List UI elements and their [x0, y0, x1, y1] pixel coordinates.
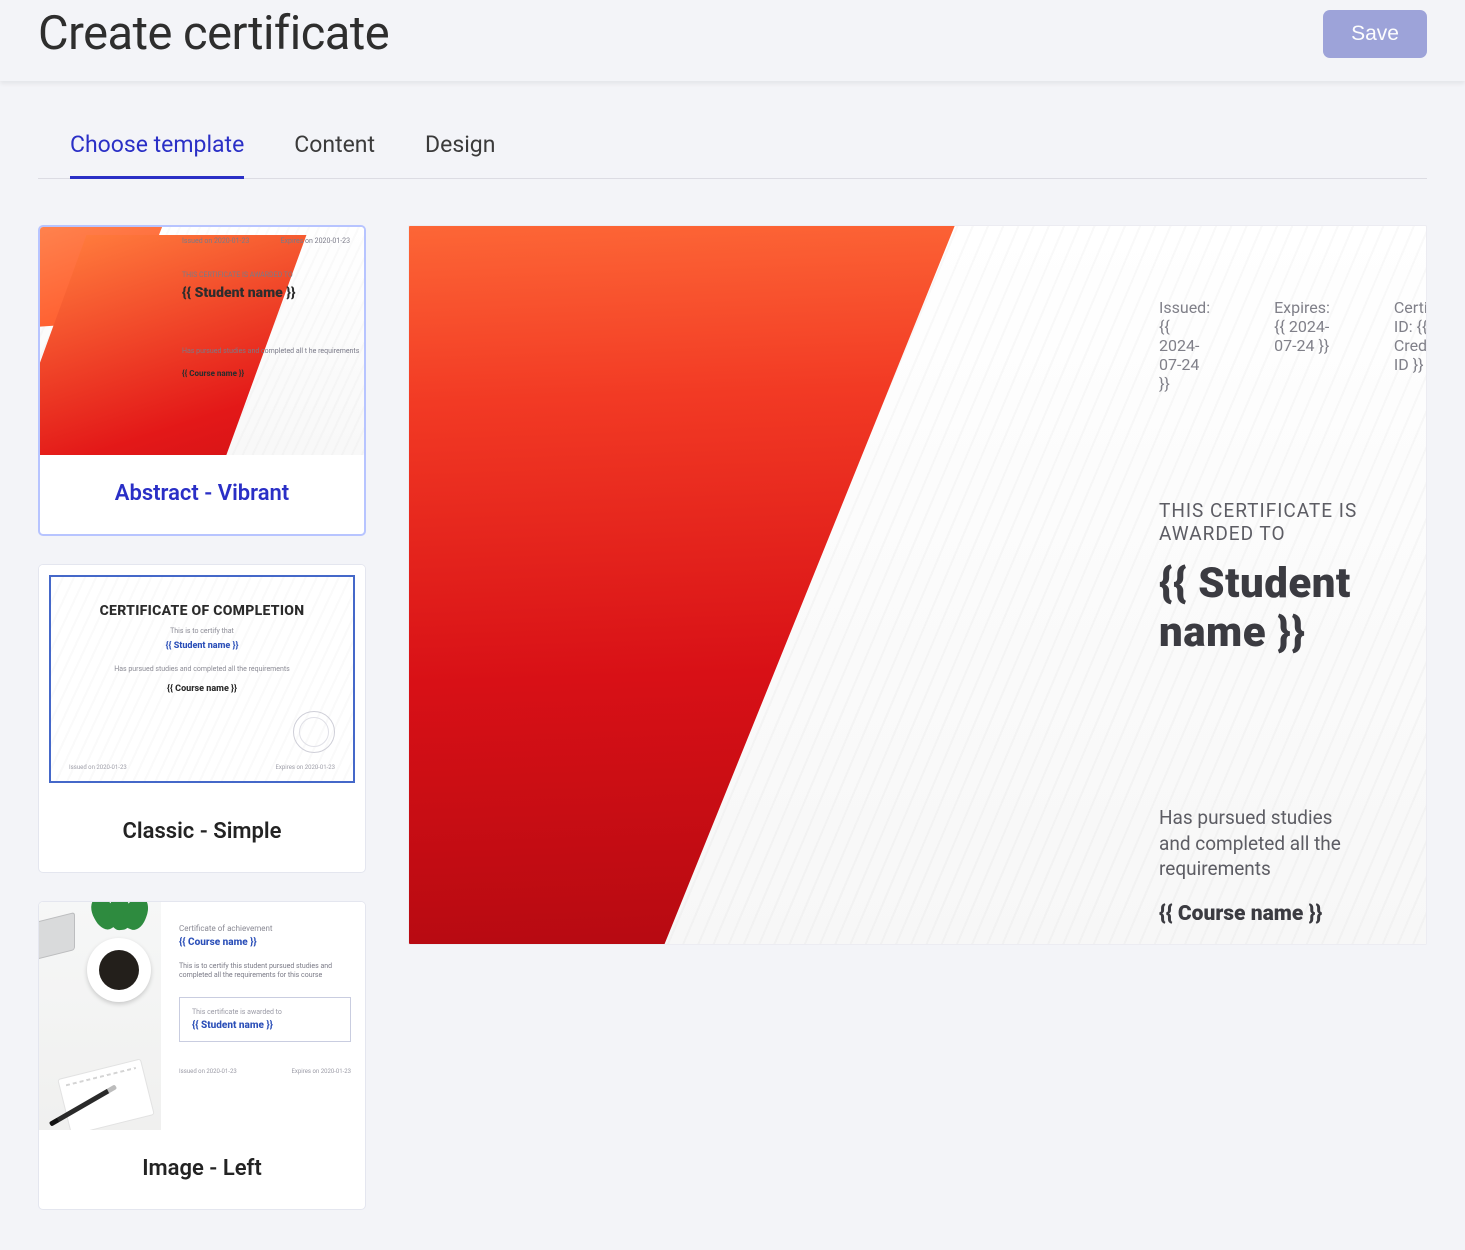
laptop-icon [39, 912, 75, 966]
thumb-course: {{ Course name }} [182, 369, 244, 378]
thumb-issued: Issued on 2020-01-23 [179, 1068, 237, 1075]
template-list: Issued on 2020-01-23 Expires on 2020-01-… [38, 225, 366, 1210]
thumb-expires: Expires on 2020-01-23 [292, 1068, 351, 1075]
thumb-body: Has pursued studies and completed all th… [51, 665, 353, 674]
thumb-body: Has pursued studies and completed all t … [182, 347, 359, 356]
plant-icon [93, 902, 157, 940]
preview-cert-id: Certificate ID: {{ Credential ID }} [1394, 298, 1427, 393]
save-button[interactable]: Save [1323, 10, 1427, 58]
thumb-issued: Issued on 2020-01-23 [182, 237, 249, 245]
tab-bar: Choose template Content Design [38, 123, 1427, 179]
thumb-student: {{ Student name }} [51, 641, 353, 651]
tab-choose-template[interactable]: Choose template [70, 123, 244, 179]
thumb-course: {{ Course name }} [179, 937, 351, 948]
page-header: Create certificate Save [0, 0, 1465, 81]
certificate-preview: Issued: {{ 2024-07-24 }} Expires: {{ 202… [408, 225, 1427, 945]
coffee-cup-icon [87, 938, 151, 1002]
template-thumb: Issued on 2020-01-23 Expires on 2020-01-… [40, 227, 364, 455]
template-thumb: Certificate of achievement {{ Course nam… [39, 902, 365, 1130]
thumb-expires: Expires on 2020-01-23 [276, 764, 335, 771]
preview-issued: Issued: {{ 2024-07-24 }} [1159, 298, 1210, 393]
seal-icon [293, 711, 335, 753]
thumb-award-line: This certificate is awarded to [192, 1008, 338, 1016]
preview-body: Has pursued studies and completed all th… [1159, 805, 1366, 882]
template-card-image-left[interactable]: Certificate of achievement {{ Course nam… [38, 901, 366, 1210]
preview-expires: Expires: {{ 2024-07-24 }} [1274, 298, 1330, 393]
thumb-student: {{ Student name }} [182, 285, 295, 301]
thumb-expires: Expires on 2020-01-23 [281, 237, 350, 245]
tab-design[interactable]: Design [425, 123, 495, 179]
tab-content[interactable]: Content [294, 123, 375, 179]
thumb-issued: Issued on 2020-01-23 [69, 764, 127, 771]
preview-award-line: THIS CERTIFICATE IS AWARDED TO [1159, 499, 1366, 545]
thumb-award-line: THIS CERTIFICATE IS AWARDED TO [182, 271, 293, 279]
thumb-sub: This is to certify that [51, 627, 353, 635]
thumb-course: {{ Course name }} [51, 684, 353, 694]
template-card-abstract-vibrant[interactable]: Issued on 2020-01-23 Expires on 2020-01-… [38, 225, 366, 536]
template-thumb: CERTIFICATE OF COMPLETION This is to cer… [39, 565, 365, 793]
preview-course: {{ Course name }} [1159, 902, 1366, 926]
template-card-classic-simple[interactable]: CERTIFICATE OF COMPLETION This is to cer… [38, 564, 366, 873]
template-label: Image - Left [39, 1130, 365, 1209]
thumb-title: CERTIFICATE OF COMPLETION [51, 603, 353, 619]
thumb-body: This is to certify this student pursued … [179, 962, 351, 981]
thumb-sub: Certificate of achievement [179, 924, 351, 933]
thumb-student: {{ Student name }} [192, 1020, 338, 1031]
template-label: Abstract - Vibrant [40, 455, 364, 534]
preview-student: {{ Student name }} [1159, 559, 1366, 657]
template-label: Classic - Simple [39, 793, 365, 872]
page-title: Create certificate [38, 6, 389, 61]
